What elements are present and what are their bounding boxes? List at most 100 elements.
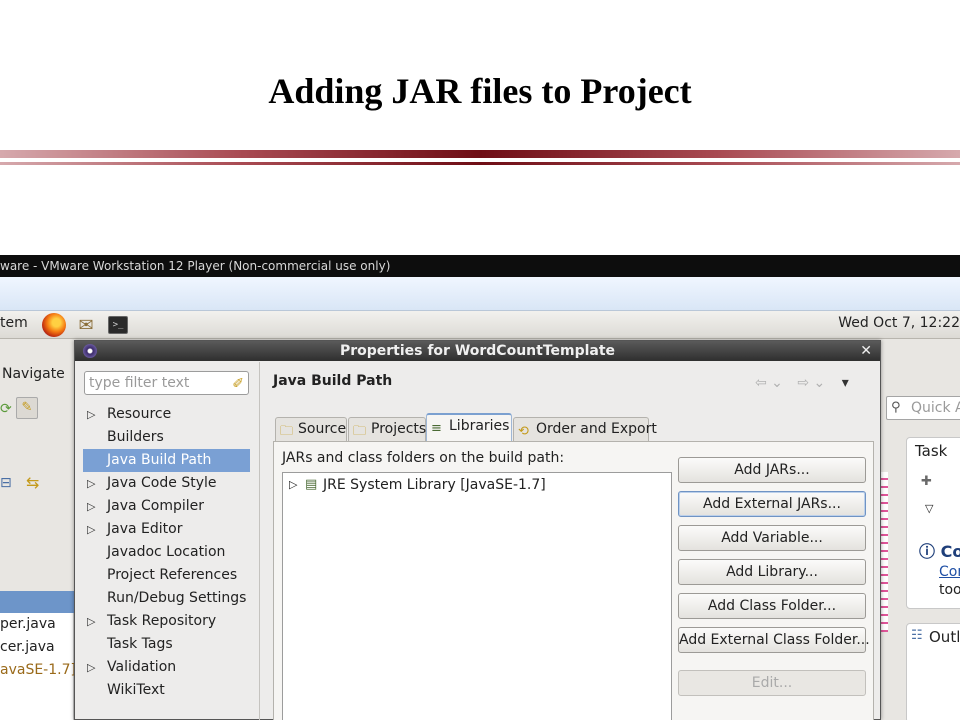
tab-projects[interactable]: 🗀 Projects — [348, 417, 426, 441]
cake-icon[interactable]: ✉ — [74, 313, 98, 337]
add-external-class-folder-button[interactable]: Add External Class Folder... — [678, 627, 870, 653]
property-page-label: Validation — [107, 659, 177, 675]
page-title: Java Build Path — [273, 373, 393, 389]
property-page-item[interactable]: ▷ Java Code Style — [83, 472, 250, 495]
quick-access-placeholder: Quick A — [911, 400, 960, 416]
edit-button[interactable]: Edit... — [678, 670, 866, 696]
libraries-tab-content: JARs and class folders on the build path… — [273, 441, 874, 720]
expand-triangle-icon[interactable]: ▷ — [87, 610, 95, 633]
collapse-icon[interactable]: ⊟ — [0, 475, 12, 491]
view-menu-icon[interactable]: ▽ — [925, 502, 933, 515]
property-page-item[interactable]: ▷ Java Editor — [83, 518, 250, 541]
file-item[interactable]: cer.java — [0, 639, 55, 655]
task-list-view: Task ✚ ▽ ⓘ Co Con too — [906, 437, 960, 609]
property-page-item[interactable]: ▷ Java Compiler — [83, 495, 250, 518]
clear-filter-icon[interactable]: ✐ — [232, 373, 244, 395]
expand-triangle-icon[interactable]: ▷ — [87, 495, 95, 518]
property-page-label: Java Compiler — [107, 498, 205, 514]
properties-dialog: Properties for WordCountTemplate ✕ type … — [74, 340, 881, 720]
new-task-icon[interactable]: ✚ — [921, 474, 932, 489]
connect-text: too — [939, 582, 960, 598]
quick-access-input[interactable]: ⚲ Quick A — [886, 396, 960, 420]
property-page-list: ▷ Resource Builders Java Build Path ▷ Java Co… — [83, 403, 250, 702]
slide-title: Adding JAR files to Project — [268, 71, 692, 111]
screenshot: ware - VMware Workstation 12 Player (Non… — [0, 255, 960, 720]
add-library-button[interactable]: Add Library... — [678, 559, 866, 585]
file-item[interactable]: per.java — [0, 616, 56, 632]
property-page-label: Project References — [107, 567, 238, 583]
connect-heading: ⓘ Co — [919, 542, 960, 561]
overview-ruler — [880, 472, 888, 632]
tab-order-and-export[interactable]: ⟲ Order and Export — [513, 417, 657, 441]
property-page-item[interactable]: ▷ Task Repository — [83, 610, 250, 633]
libraries-tree[interactable]: ▷ ▤ JRE System Library [JavaSE-1.7] — [282, 472, 672, 720]
add-jars-button[interactable]: Add JARs... — [678, 457, 866, 483]
gnome-top-panel: tem ✉ >_ Wed Oct 7, 12:22 — [0, 311, 960, 339]
package-explorer-selected-row[interactable] — [0, 591, 74, 613]
file-item[interactable]: avaSE-1.7] — [0, 662, 76, 678]
pen-icon[interactable]: ✎ — [16, 397, 38, 419]
filter-input[interactable]: type filter text ✐ — [84, 371, 249, 395]
connect-link[interactable]: Con — [939, 564, 960, 580]
system-menu[interactable]: tem — [0, 315, 28, 331]
view-menu-caret-icon[interactable]: ▾ — [842, 375, 849, 391]
property-page-item[interactable]: Builders — [83, 426, 250, 449]
filter-placeholder: type filter text — [89, 375, 190, 391]
property-page-label: Java Editor — [107, 521, 183, 537]
tab-libraries[interactable]: ≡ Libraries — [426, 413, 512, 442]
property-page-label: WikiText — [107, 682, 165, 698]
tab-source[interactable]: 🗀 Source — [275, 417, 347, 441]
terminal-icon[interactable]: >_ — [108, 316, 128, 334]
property-page-item[interactable]: ▷ Validation — [83, 656, 250, 679]
sash-divider[interactable] — [259, 362, 260, 720]
expand-triangle-icon[interactable]: ▷ — [87, 656, 95, 679]
link-icon[interactable]: ⇆ — [26, 473, 39, 492]
binoculars-icon: ⚲ — [891, 400, 901, 415]
libraries-icon: ≡ — [431, 421, 442, 436]
outline-icon: ☷ — [911, 628, 923, 643]
folder-icon: 🗀 — [280, 424, 294, 439]
projects-icon: 🗀 — [353, 424, 367, 439]
title-divider — [0, 150, 960, 158]
vm-title-bar: ware - VMware Workstation 12 Player (Non… — [0, 255, 960, 277]
property-page-label: Builders — [107, 429, 164, 445]
property-page-item[interactable]: Task Tags — [83, 633, 250, 656]
property-page-item[interactable]: Run/Debug Settings — [83, 587, 250, 610]
expand-triangle-icon[interactable]: ▷ — [289, 475, 297, 495]
dialog-title-bar[interactable]: Properties for WordCountTemplate ✕ — [75, 341, 880, 361]
back-icon[interactable]: ⇦ ⌄ — [755, 375, 783, 391]
close-icon[interactable]: ✕ — [860, 341, 872, 361]
title-divider-thin — [0, 162, 960, 165]
expand-triangle-icon[interactable]: ▷ — [87, 472, 95, 495]
property-page-item[interactable]: Project References — [83, 564, 250, 587]
property-page-label: Resource — [107, 406, 172, 422]
property-page-label: Java Build Path — [107, 452, 212, 468]
outline-title[interactable]: Outl — [929, 628, 960, 646]
property-page-item[interactable]: WikiText — [83, 679, 250, 702]
property-page-item[interactable]: Javadoc Location — [83, 541, 250, 564]
task-list-title[interactable]: Task — [915, 442, 947, 460]
firefox-icon[interactable] — [42, 313, 66, 337]
expand-triangle-icon[interactable]: ▷ — [87, 403, 95, 426]
add-class-folder-button[interactable]: Add Class Folder... — [678, 593, 866, 619]
order-export-icon: ⟲ — [518, 424, 529, 439]
outline-view: Outl ☷ — [906, 623, 960, 720]
page-navigation: ⇦ ⌄ ⇨ ⌄ ▾ — [755, 375, 849, 391]
add-variable-button[interactable]: Add Variable... — [678, 525, 866, 551]
property-page-label: Task Tags — [107, 636, 173, 652]
library-icon: ▤ — [305, 477, 318, 492]
clock[interactable]: Wed Oct 7, 12:22 — [838, 315, 960, 331]
expand-triangle-icon[interactable]: ▷ — [87, 518, 95, 541]
add-external-jars-button[interactable]: Add External JARs... — [678, 491, 866, 517]
menu-navigate[interactable]: Navigate — [2, 366, 65, 382]
property-page-label: Task Repository — [107, 613, 217, 629]
vm-window-title: ware - VMware Workstation 12 Player (Non… — [0, 259, 391, 273]
forward-icon[interactable]: ⇨ ⌄ — [797, 375, 825, 391]
property-page-item[interactable]: Java Build Path — [83, 449, 250, 472]
libraries-label: JARs and class folders on the build path… — [282, 450, 565, 466]
dialog-title: Properties for WordCountTemplate — [339, 343, 616, 359]
property-page-item[interactable]: ▷ Resource — [83, 403, 250, 426]
refresh-icon[interactable]: ⟳ — [0, 401, 12, 417]
library-entry[interactable]: ▷ ▤ JRE System Library [JavaSE-1.7] — [289, 475, 546, 495]
vm-toolbar — [0, 277, 960, 311]
